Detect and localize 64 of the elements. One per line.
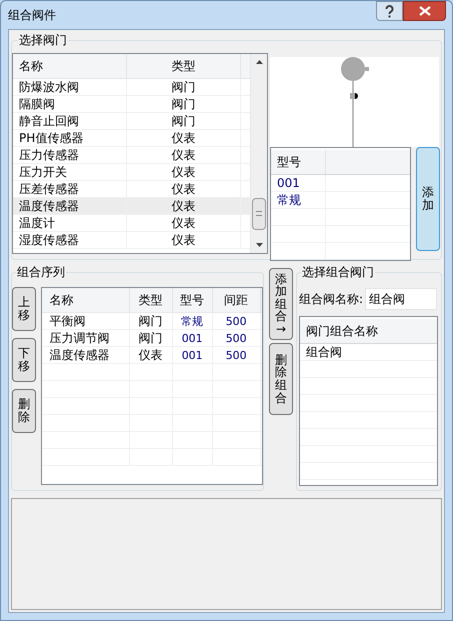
column-header[interactable]: 类型 (130, 288, 173, 312)
table-cell: 仪表 (127, 181, 241, 197)
list-row[interactable]: 隔膜阀 阀门 (13, 96, 250, 113)
column-header[interactable]: 类型 (127, 54, 241, 78)
window-title: 组合阀件 (8, 7, 56, 24)
list-row[interactable]: 温度计 仪表 (13, 215, 250, 232)
table-cell: 阀门 (127, 79, 241, 95)
table-cell: 压力调节阀 (42, 330, 130, 346)
table-cell: 温度计 (13, 215, 127, 231)
table-cell: 静音止回阀 (13, 113, 127, 129)
table-cell: 仪表 (127, 198, 241, 214)
table-cell: 温度传感器 (13, 198, 127, 214)
table-cell: 常规 (271, 192, 326, 208)
column-header[interactable]: 阀门组合名称 (300, 319, 436, 343)
list-item[interactable]: 组合阀 (300, 344, 437, 361)
table-cell: 湿度传感器 (13, 232, 127, 248)
combo-button[interactable]: 添加组合→ (269, 268, 293, 340)
list-row[interactable]: PH值传感器 仪表 (13, 130, 250, 147)
table-cell: 阀门 (127, 113, 241, 129)
table-cell: 隔膜阀 (13, 96, 127, 112)
field-label: 组合阀名称: (299, 291, 364, 308)
combo-button[interactable]: 删除组合 (269, 343, 293, 415)
table-cell: 仪表 (130, 347, 173, 363)
list-row[interactable]: 压力开关 仪表 (13, 164, 250, 181)
table-cell: PH值传感器 (13, 130, 127, 146)
column-header[interactable]: 名称 (42, 288, 130, 312)
table-cell: 阀门 (127, 96, 241, 112)
sequence-button[interactable]: 删除 (12, 389, 36, 433)
name-field[interactable]: 组合阀 (365, 288, 438, 310)
table-cell: 阀门 (130, 330, 173, 346)
sequence-button[interactable]: 下移 (12, 338, 36, 382)
table-cell: 500 (212, 313, 261, 329)
sequence-button[interactable]: 上移 (12, 287, 36, 331)
table-cell: 500 (212, 330, 261, 346)
add-button[interactable]: 添加 (416, 147, 440, 251)
list-row[interactable]: 静音止回阀 阀门 (13, 113, 250, 130)
table-cell: 防爆波水阀 (13, 79, 127, 95)
table-cell: 阀门 (130, 313, 173, 329)
column-header[interactable]: 名称 (13, 54, 127, 78)
table-cell: 温度传感器 (42, 347, 130, 363)
group-title: 组合序列 (16, 264, 66, 280)
table-cell: 仪表 (127, 130, 241, 146)
table-cell: 仪表 (127, 164, 241, 180)
table-cell: 仪表 (127, 147, 241, 163)
table-cell: 压力传感器 (13, 147, 127, 163)
table-cell: 001 (271, 175, 326, 191)
table-cell: 压差传感器 (13, 181, 127, 197)
table-cell: 500 (212, 347, 261, 363)
list-row[interactable]: 压差传感器 仪表 (13, 181, 250, 198)
column-header[interactable]: 型号 (172, 288, 213, 312)
table-cell: 平衡阀 (42, 313, 130, 329)
table-cell: 仪表 (127, 215, 241, 231)
table-cell: 压力开关 (13, 164, 127, 180)
list-row[interactable]: 防爆波水阀 阀门 (13, 79, 250, 96)
group-title: 选择组合阀门 (301, 264, 375, 280)
table-cell: 001 (172, 347, 213, 363)
list-row[interactable]: 压力传感器 仪表 (13, 147, 250, 164)
list-row[interactable]: 湿度传感器 仪表 (13, 232, 250, 249)
table-cell: 001 (172, 330, 213, 346)
list-row[interactable]: 温度传感器 仪表 (13, 198, 250, 215)
table-cell: 仪表 (127, 232, 241, 248)
table-cell: 常规 (172, 313, 213, 329)
group-title: 选择阀门 (18, 32, 68, 48)
column-header[interactable]: 间距 (212, 288, 261, 312)
